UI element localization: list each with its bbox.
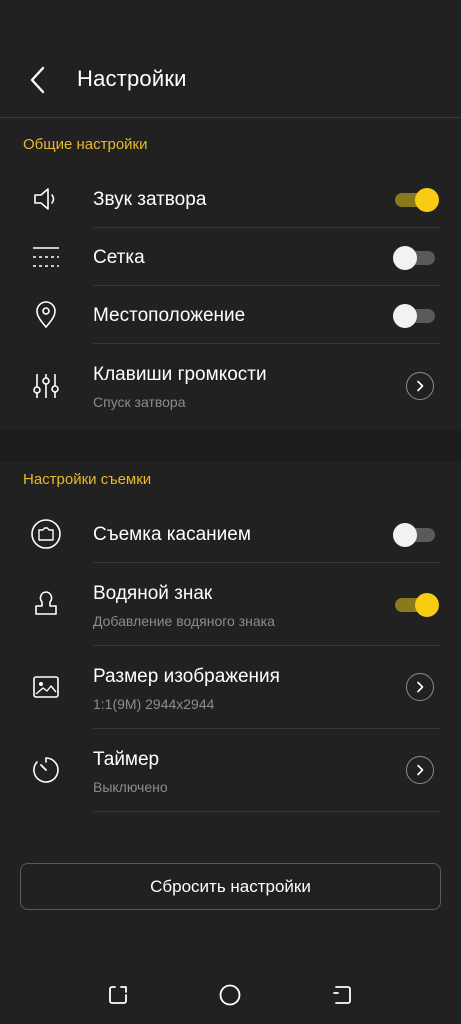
setting-sublabel: 1:1(9M) 2944x2944 <box>93 696 215 712</box>
shutter-sound-toggle[interactable] <box>393 185 439 213</box>
sliders-icon <box>26 366 66 406</box>
section-title-general: Общие настройки <box>23 136 148 153</box>
setting-volume-keys[interactable]: Клавиши громкости Спуск затвора <box>0 344 461 428</box>
setting-sublabel: Выключено <box>93 779 168 795</box>
volume-keys-chevron-button[interactable] <box>406 372 434 400</box>
toggle-knob <box>415 188 439 212</box>
back-button[interactable] <box>20 60 56 100</box>
setting-label: Звук затвора <box>93 189 207 210</box>
touch-capture-toggle[interactable] <box>393 520 437 548</box>
grid-lines-icon <box>26 237 66 277</box>
setting-sublabel: Добавление водяного знака <box>93 613 275 629</box>
setting-shutter-sound[interactable]: Звук затвора <box>0 170 461 228</box>
setting-timer[interactable]: Таймер Выключено <box>0 729 461 812</box>
grid-toggle[interactable] <box>393 243 437 271</box>
section-title-shooting: Настройки съемки <box>23 471 152 488</box>
divider <box>93 811 441 812</box>
back-nav-icon <box>333 986 351 1004</box>
chevron-right-icon <box>417 764 424 776</box>
section-separator <box>0 430 461 462</box>
setting-image-size[interactable]: Размер изображения 1:1(9M) 2944x2944 <box>0 646 461 729</box>
setting-label: Клавиши громкости <box>93 364 267 385</box>
speaker-icon <box>26 179 66 219</box>
setting-label: Съемка касанием <box>93 524 251 545</box>
recent-apps-icon <box>109 986 127 1004</box>
setting-watermark[interactable]: Водяной знак Добавление водяного знака <box>0 563 461 646</box>
setting-label: Размер изображения <box>93 666 280 687</box>
toggle-knob <box>393 523 417 547</box>
setting-label: Таймер <box>93 749 160 770</box>
setting-touch-capture[interactable]: Съемка касанием <box>0 505 461 563</box>
toggle-knob <box>393 304 417 328</box>
setting-sublabel: Спуск затвора <box>93 394 186 410</box>
touch-camera-icon <box>26 514 66 554</box>
setting-label: Водяной знак <box>93 583 213 604</box>
timer-icon <box>26 750 66 790</box>
toggle-knob <box>393 246 417 270</box>
image-size-chevron-button[interactable] <box>406 673 434 701</box>
home-icon <box>219 984 241 1006</box>
top-app-bar: Настройки <box>0 0 461 118</box>
recent-apps-button[interactable] <box>103 980 133 1010</box>
reset-settings-button[interactable]: Сбросить настройки <box>20 863 441 910</box>
page-title: Настройки <box>77 66 187 91</box>
system-navigation-bar <box>0 960 461 1024</box>
home-button[interactable] <box>215 980 245 1010</box>
setting-location[interactable]: Местоположение <box>0 286 461 344</box>
setting-label: Сетка <box>93 247 145 268</box>
toggle-knob <box>415 593 439 617</box>
chevron-right-icon <box>417 380 424 392</box>
setting-label: Местоположение <box>93 305 246 326</box>
chevron-right-icon <box>417 681 424 693</box>
image-size-icon <box>26 667 66 707</box>
location-pin-icon <box>26 295 66 335</box>
timer-chevron-button[interactable] <box>406 756 434 784</box>
chevron-left-icon <box>30 66 45 94</box>
watermark-stamp-icon <box>26 584 66 624</box>
back-nav-button[interactable] <box>327 980 357 1010</box>
setting-grid[interactable]: Сетка <box>0 228 461 286</box>
location-toggle[interactable] <box>393 301 437 329</box>
watermark-toggle[interactable] <box>393 590 439 618</box>
